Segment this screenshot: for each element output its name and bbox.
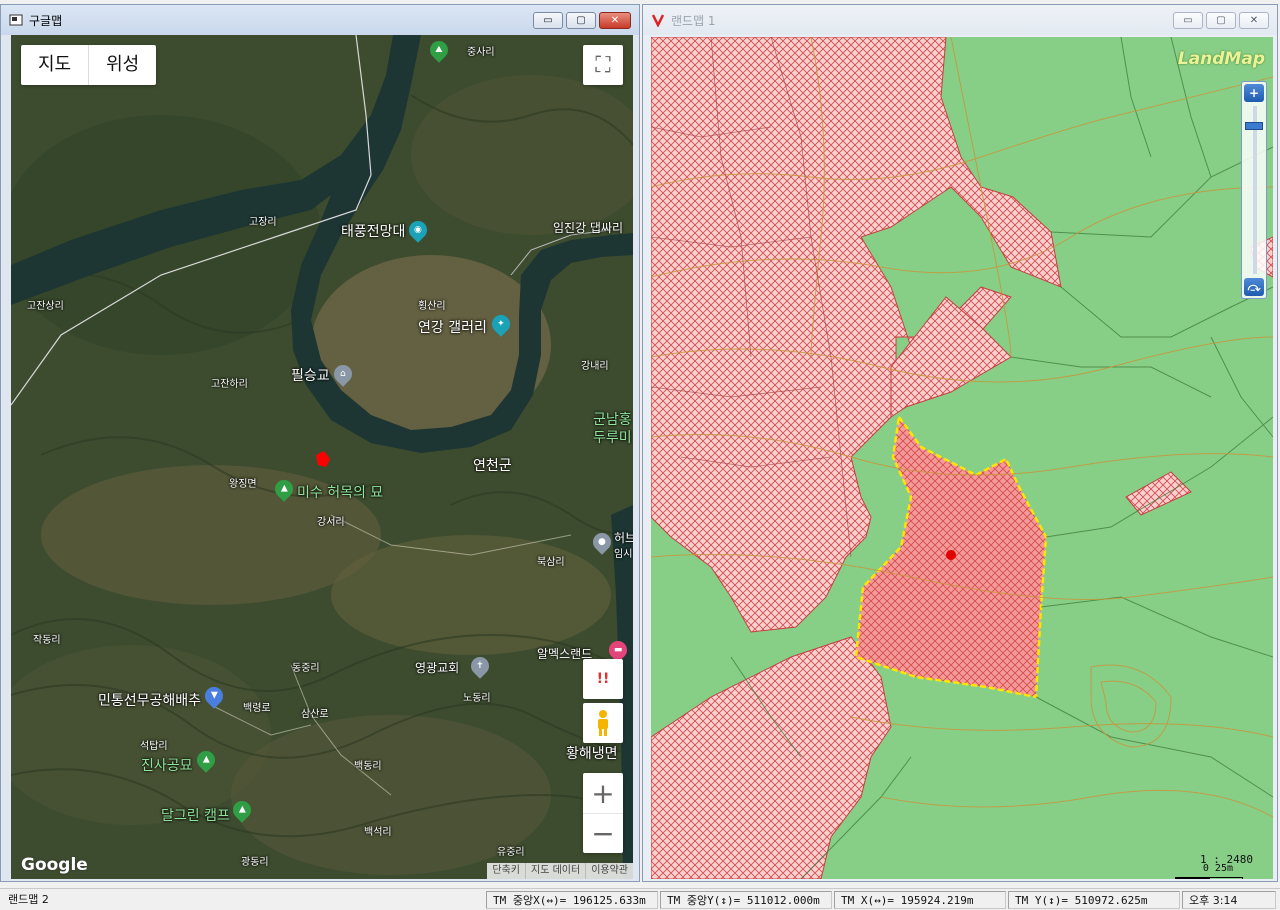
map-label: 고장리 xyxy=(249,217,277,228)
zoom-thumb[interactable] xyxy=(1245,122,1263,130)
zoom-in-button[interactable]: + xyxy=(1244,84,1264,102)
map-type-satellite-button[interactable]: 위성 xyxy=(88,45,156,85)
landmap-window: 랜드맵 1 ▭ ▢ ✕ LandMap + ⤼ 1: 2480 0 25m xyxy=(642,4,1278,882)
map-label: 강서리 xyxy=(317,517,345,528)
status-app-label: 랜드맵 2 xyxy=(8,893,49,906)
map-label: 백석리 xyxy=(364,827,392,838)
reset-view-button[interactable]: ⤼ xyxy=(1244,278,1264,296)
alert-button[interactable]: !! xyxy=(583,659,623,699)
scale-bar xyxy=(1175,877,1243,879)
restore-button[interactable]: ▢ xyxy=(566,12,596,29)
title-bar[interactable]: 구글맵 ▭ ▢ ✕ xyxy=(1,5,639,35)
minimize-button[interactable]: ▭ xyxy=(533,12,563,29)
satellite-imagery xyxy=(11,35,633,879)
map-label: 영광교회 xyxy=(415,661,460,675)
map-label: 왕징면 xyxy=(229,479,257,490)
app-icon xyxy=(9,13,23,27)
satellite-map[interactable]: 지도 위성 ⛶ ⛰ 중사리 고장리 태풍전망대 ◉ 임진강 댑싸리 고잔상리 횡… xyxy=(11,35,633,879)
tm-center-x: TM 중앙X(↔)= 196125.633m xyxy=(486,891,658,909)
map-label: 삼산로 xyxy=(301,709,329,720)
map-label: 석탑리 xyxy=(140,741,168,752)
landmap-logo: LandMap xyxy=(1177,49,1265,69)
map-label: 횡산리 xyxy=(418,301,446,312)
window-title: 랜드맵 1 xyxy=(671,13,716,28)
restore-button[interactable]: ▢ xyxy=(1206,12,1236,29)
map-label: 광동리 xyxy=(241,857,269,868)
map-data-link[interactable]: 지도 데이터 xyxy=(525,863,585,879)
cadastral-map[interactable]: LandMap + ⤼ 1 : 2480 0 25m xyxy=(651,37,1273,879)
fullscreen-icon: ⛶ xyxy=(595,52,611,78)
minimize-button[interactable]: ▭ xyxy=(1173,12,1203,29)
map-label: 유중리 xyxy=(497,847,525,858)
tm-y: TM Y(↕)= 510972.625m xyxy=(1008,891,1180,909)
google-map-window: 구글맵 ▭ ▢ ✕ 지도 위성 ⛶ ⛰ 중사리 고장리 태풍전망대 ◉ 임진강 … xyxy=(0,4,640,882)
map-label: 군남홍 xyxy=(593,412,632,428)
title-bar[interactable]: 랜드맵 1 ▭ ▢ ✕ xyxy=(643,5,1277,35)
tm-x: TM X(↔)= 195924.219m xyxy=(834,891,1006,909)
map-label: 허브 xyxy=(614,531,633,545)
map-label: 북삼리 xyxy=(537,557,565,568)
pegman-button[interactable] xyxy=(583,703,623,743)
close-button[interactable]: ✕ xyxy=(599,12,631,29)
status-bar: 랜드맵 2 TM 중앙X(↔)= 196125.633m TM 중앙Y(↕)= … xyxy=(0,888,1280,910)
zoom-in-button[interactable]: + xyxy=(583,773,623,813)
map-footer: 단축키 지도 데이터 이용약관 xyxy=(487,863,633,879)
map-label: 동중리 xyxy=(292,663,320,674)
zoom-track[interactable] xyxy=(1253,106,1257,274)
map-type-map-button[interactable]: 지도 xyxy=(21,45,88,85)
map-label: 연천군 xyxy=(473,458,512,474)
map-label: 진사공묘 xyxy=(141,758,193,774)
parcel-layer xyxy=(651,37,1273,879)
map-label: 임시 xyxy=(614,549,633,560)
scale-bar-label: 0 25m xyxy=(1202,863,1233,874)
map-label: 백동리 xyxy=(354,761,382,772)
zoom-out-button[interactable]: − xyxy=(583,813,623,853)
map-label: 강내리 xyxy=(581,361,609,372)
window-title: 구글맵 xyxy=(29,13,63,28)
zoom-control: + − xyxy=(583,773,623,853)
zoom-slider[interactable]: + ⤼ xyxy=(1241,81,1267,299)
map-label: 달그린 캠프 xyxy=(161,808,230,824)
map-label: 두루미 xyxy=(593,430,632,446)
clock: 오후 3:14 xyxy=(1182,891,1276,909)
map-label: 고잔상리 xyxy=(27,301,64,312)
map-label: 고잔하리 xyxy=(211,379,248,390)
map-label: 백령로 xyxy=(243,703,271,714)
map-label: 노동리 xyxy=(463,693,491,704)
map-label: 연강 갤러리 xyxy=(418,320,487,336)
landmap-app-icon xyxy=(651,13,665,27)
pegman-icon xyxy=(598,710,608,736)
close-button[interactable]: ✕ xyxy=(1239,12,1269,29)
map-label: 미수 허목의 묘 xyxy=(297,485,384,501)
map-label: 필승교 xyxy=(291,368,330,384)
map-label: 임진강 댑싸리 xyxy=(553,221,624,235)
map-label: 중사리 xyxy=(467,47,495,58)
map-label: 황해냉면 xyxy=(566,746,618,762)
map-label: 작동리 xyxy=(33,635,61,646)
shortcuts-link[interactable]: 단축키 xyxy=(487,863,525,879)
terms-link[interactable]: 이용약관 xyxy=(585,863,633,879)
map-label: 태풍전망대 xyxy=(341,224,406,240)
map-type-toggle: 지도 위성 xyxy=(21,45,157,85)
google-logo: Google xyxy=(21,855,88,875)
map-label: 민통선무공해배추 xyxy=(98,693,202,709)
tm-center-y: TM 중앙Y(↕)= 511012.000m xyxy=(660,891,832,909)
fullscreen-button[interactable]: ⛶ xyxy=(583,45,623,85)
